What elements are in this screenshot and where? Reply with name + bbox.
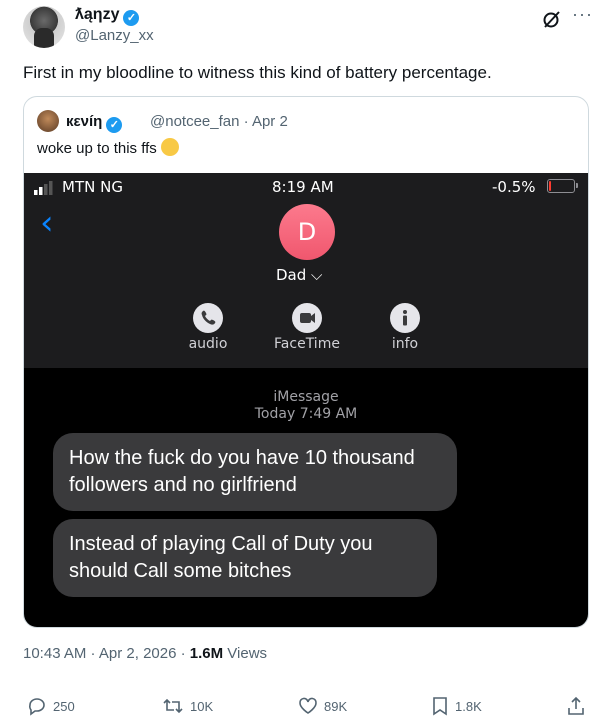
timestamp-label: Today 7:49 AM [254, 406, 358, 422]
quote-author-name-text: кενíη [66, 113, 103, 130]
author-avatar[interactable] [23, 6, 65, 48]
quoted-tweet[interactable]: кενíη ✓ @notcee_fan · Apr 2 woke up to th… [23, 96, 589, 628]
reply-count: 250 [53, 698, 75, 714]
quote-text: woke up to this ffs [37, 138, 179, 157]
message-bubble[interactable]: Instead of playing Call of Duty you shou… [53, 519, 437, 597]
reply-icon [29, 698, 45, 716]
author-handle[interactable]: @Lanzy_xx [75, 27, 154, 44]
quote-text-content: woke up to this ffs [37, 140, 157, 157]
tweet-text: First in my bloodline to witness this ki… [23, 63, 492, 82]
bookmark-button[interactable]: 1.8K [431, 696, 482, 716]
facetime-label: FaceTime [274, 336, 340, 352]
tired-face-emoji-icon [160, 138, 179, 156]
more-options-icon[interactable]: ··· [572, 4, 593, 25]
tweet-time-date[interactable]: 10:43 AM · Apr 2, 2026 · [23, 645, 190, 662]
views-count: 1.6M [189, 645, 224, 662]
phone-icon [201, 310, 216, 325]
contact-name[interactable]: Dad ⌵ [276, 266, 322, 284]
repost-icon [163, 698, 183, 714]
carrier-name: MTN NG [62, 178, 123, 196]
service-label: iMessage [273, 389, 339, 405]
info-icon [403, 310, 407, 326]
share-button[interactable] [566, 696, 586, 716]
grok-icon[interactable] [541, 8, 563, 35]
share-icon [568, 696, 584, 715]
audio-label: audio [188, 336, 228, 352]
info-button[interactable] [390, 303, 420, 333]
repost-button[interactable]: 10K [162, 696, 213, 716]
message-bubble[interactable]: How the fuck do you have 10 thousand fol… [53, 433, 457, 511]
quote-handle-date[interactable]: @notcee_fan · Apr 2 [150, 113, 288, 130]
battery-percentage: -0.5% [492, 178, 536, 196]
video-icon [300, 313, 315, 323]
quote-author-name[interactable]: кενíη ✓ [66, 113, 123, 133]
back-chevron-icon[interactable]: ‹ [40, 203, 54, 243]
author-display-name[interactable]: ƛąηzy ✓ [75, 6, 140, 26]
reply-button[interactable]: 250 [27, 696, 75, 716]
tweet-meta: 10:43 AM · Apr 2, 2026 · 1.6M Views [23, 645, 267, 662]
like-button[interactable]: 89K [298, 696, 347, 716]
message-timestamp: iMessage Today 7:49 AM [24, 389, 588, 423]
bookmark-count: 1.8K [455, 698, 482, 714]
quote-verified-badge-icon: ✓ [106, 117, 123, 133]
contact-avatar[interactable]: D [279, 204, 335, 260]
author-name-text: ƛąηzy [75, 6, 120, 23]
quote-author-avatar[interactable] [37, 110, 59, 132]
battery-icon [547, 179, 575, 193]
audio-button[interactable] [193, 303, 223, 333]
attached-screenshot[interactable]: MTN NG 8:19 AM -0.5% ‹ D Dad ⌵ audio Fac… [24, 173, 588, 627]
signal-bars-icon [34, 181, 53, 195]
verified-badge-icon: ✓ [123, 10, 140, 26]
views-label: Views [223, 645, 268, 662]
battery-level-fill [549, 181, 551, 191]
status-time: 8:19 AM [272, 178, 334, 196]
facetime-button[interactable] [292, 303, 322, 333]
info-label: info [391, 336, 419, 352]
bookmark-icon [433, 697, 447, 716]
heart-icon [299, 697, 317, 714]
battery-tip [576, 183, 578, 188]
like-count: 89K [324, 698, 348, 714]
repost-count: 10K [190, 698, 214, 714]
